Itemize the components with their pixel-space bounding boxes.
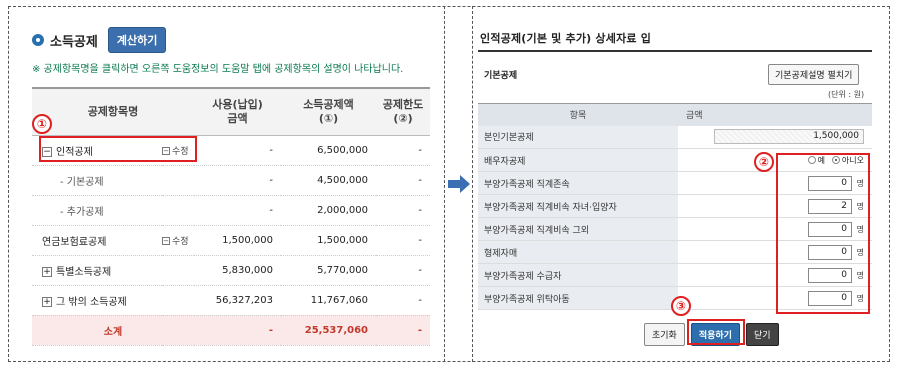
row-name[interactable]: - 추가공제 — [32, 195, 162, 226]
highlight-box-personal — [39, 136, 197, 162]
header-limit: 공제한도 (②) — [376, 87, 430, 136]
arrow-right-icon — [448, 175, 470, 193]
col-item: 항목 — [478, 103, 678, 126]
row-label: 배우자공제 — [478, 148, 678, 172]
row-name[interactable]: 연금보험료공제 — [32, 225, 162, 256]
highlight-box-inputs — [776, 153, 870, 314]
highlight-box-apply — [687, 319, 745, 345]
header-deduction: 소득공제액 (①) — [281, 87, 376, 136]
reset-button[interactable]: 초기화 — [644, 323, 685, 346]
table-row: - 추가공제 - 2,000,000 - — [32, 195, 430, 226]
row-label: 부양가족공제 위탁아동 — [478, 286, 678, 310]
row-amount: - — [194, 135, 281, 166]
row-amount: - — [194, 165, 281, 196]
row-amount: 5,830,000 — [194, 255, 281, 286]
total-limit: - — [376, 315, 430, 346]
row-limit: - — [376, 165, 430, 196]
row-limit: - — [376, 225, 430, 256]
row-label: 부양가족공제 수급자 — [478, 263, 678, 287]
row-deduction: 1,500,000 — [281, 225, 376, 256]
calculate-button[interactable]: 계산하기 — [107, 27, 167, 53]
header-item-name: 공제항목명 — [32, 87, 194, 136]
detail-row: 본인기본공제 1,500,000 — [478, 125, 872, 149]
title-divider — [478, 50, 872, 52]
table-row: + 그 밖의 소득공제 56,327,203 11,767,060 - — [32, 285, 430, 316]
row-deduction: 2,000,000 — [281, 195, 376, 226]
row-label: 본인기본공제 — [478, 125, 678, 149]
total-amount: - — [194, 315, 281, 346]
row-amount: 1,500,000 — [194, 225, 281, 256]
col-amount: 금액 — [678, 103, 872, 126]
step-marker-1: ① — [32, 114, 52, 134]
row-limit: - — [376, 255, 430, 286]
row-deduction: 6,500,000 — [281, 135, 376, 166]
row-name[interactable]: 그 밖의 소득공제 — [56, 297, 127, 308]
bullet-icon — [32, 34, 44, 46]
notice-text: ※ 공제항목명을 클릭하면 오른쪽 도움정보의 도움말 탭에 공제항목의 설명이… — [32, 64, 404, 75]
row-label: 부양가족공제 직계비속 자녀·입양자 — [478, 194, 678, 218]
total-row: 소계 - 25,537,060 - — [32, 315, 430, 346]
row-limit: - — [376, 135, 430, 166]
row-deduction: 4,500,000 — [281, 165, 376, 196]
step-marker-3: ③ — [671, 296, 691, 316]
row-name[interactable]: 특별소득공제 — [56, 267, 111, 278]
row-label: 형제자매 — [478, 240, 678, 264]
row-limit: - — [376, 195, 430, 226]
row-amount: - — [194, 195, 281, 226]
edit-icon[interactable]: − — [162, 237, 170, 245]
total-deduction: 25,537,060 — [281, 315, 376, 346]
table-row: + 특별소득공제 5,830,000 5,770,000 - — [32, 255, 430, 286]
row-limit: - — [376, 285, 430, 316]
detail-title: 인적공제(기본 및 추가) 상세자료 입 — [480, 32, 652, 45]
self-deduction-field: 1,500,000 — [714, 129, 864, 145]
total-label: 소계 — [32, 315, 194, 346]
unit-label: (단위 : 원) — [828, 90, 865, 99]
close-button[interactable]: 닫기 — [745, 323, 779, 346]
row-name[interactable]: - 기본공제 — [32, 165, 162, 196]
table-row: - 기본공제 - 4,500,000 - — [32, 165, 430, 196]
row-label: 부양가족공제 직계비속 그외 — [478, 217, 678, 241]
step-marker-2: ② — [754, 152, 774, 172]
row-deduction: 11,767,060 — [281, 285, 376, 316]
deduction-table: 공제항목명 사용(납입) 금액 소득공제액 (①) 공제한도 (②) − 인적공제… — [32, 87, 430, 346]
page-title: 소득공제 — [50, 34, 98, 50]
header-amount: 사용(납입) 금액 — [194, 87, 281, 136]
expand-icon[interactable]: + — [42, 296, 52, 307]
section-title: 기본공제 — [484, 71, 518, 81]
expand-description-button[interactable]: 기본공제설명 펼치기 — [768, 64, 860, 85]
row-deduction: 5,770,000 — [281, 255, 376, 286]
edit-link[interactable]: 수정 — [172, 237, 189, 247]
income-deduction-panel: 소득공제 계산하기 ※ 공제항목명을 클릭하면 오른쪽 도움정보의 도움말 탭에… — [32, 27, 432, 75]
panel-divider-right — [472, 6, 473, 362]
row-amount: 56,327,203 — [194, 285, 281, 316]
row-label: 부양가족공제 직계존속 — [478, 171, 678, 195]
panel-divider-left — [444, 6, 445, 362]
expand-icon[interactable]: + — [42, 266, 52, 277]
table-row: 연금보험료공제 − 수정 1,500,000 1,500,000 - — [32, 225, 430, 256]
